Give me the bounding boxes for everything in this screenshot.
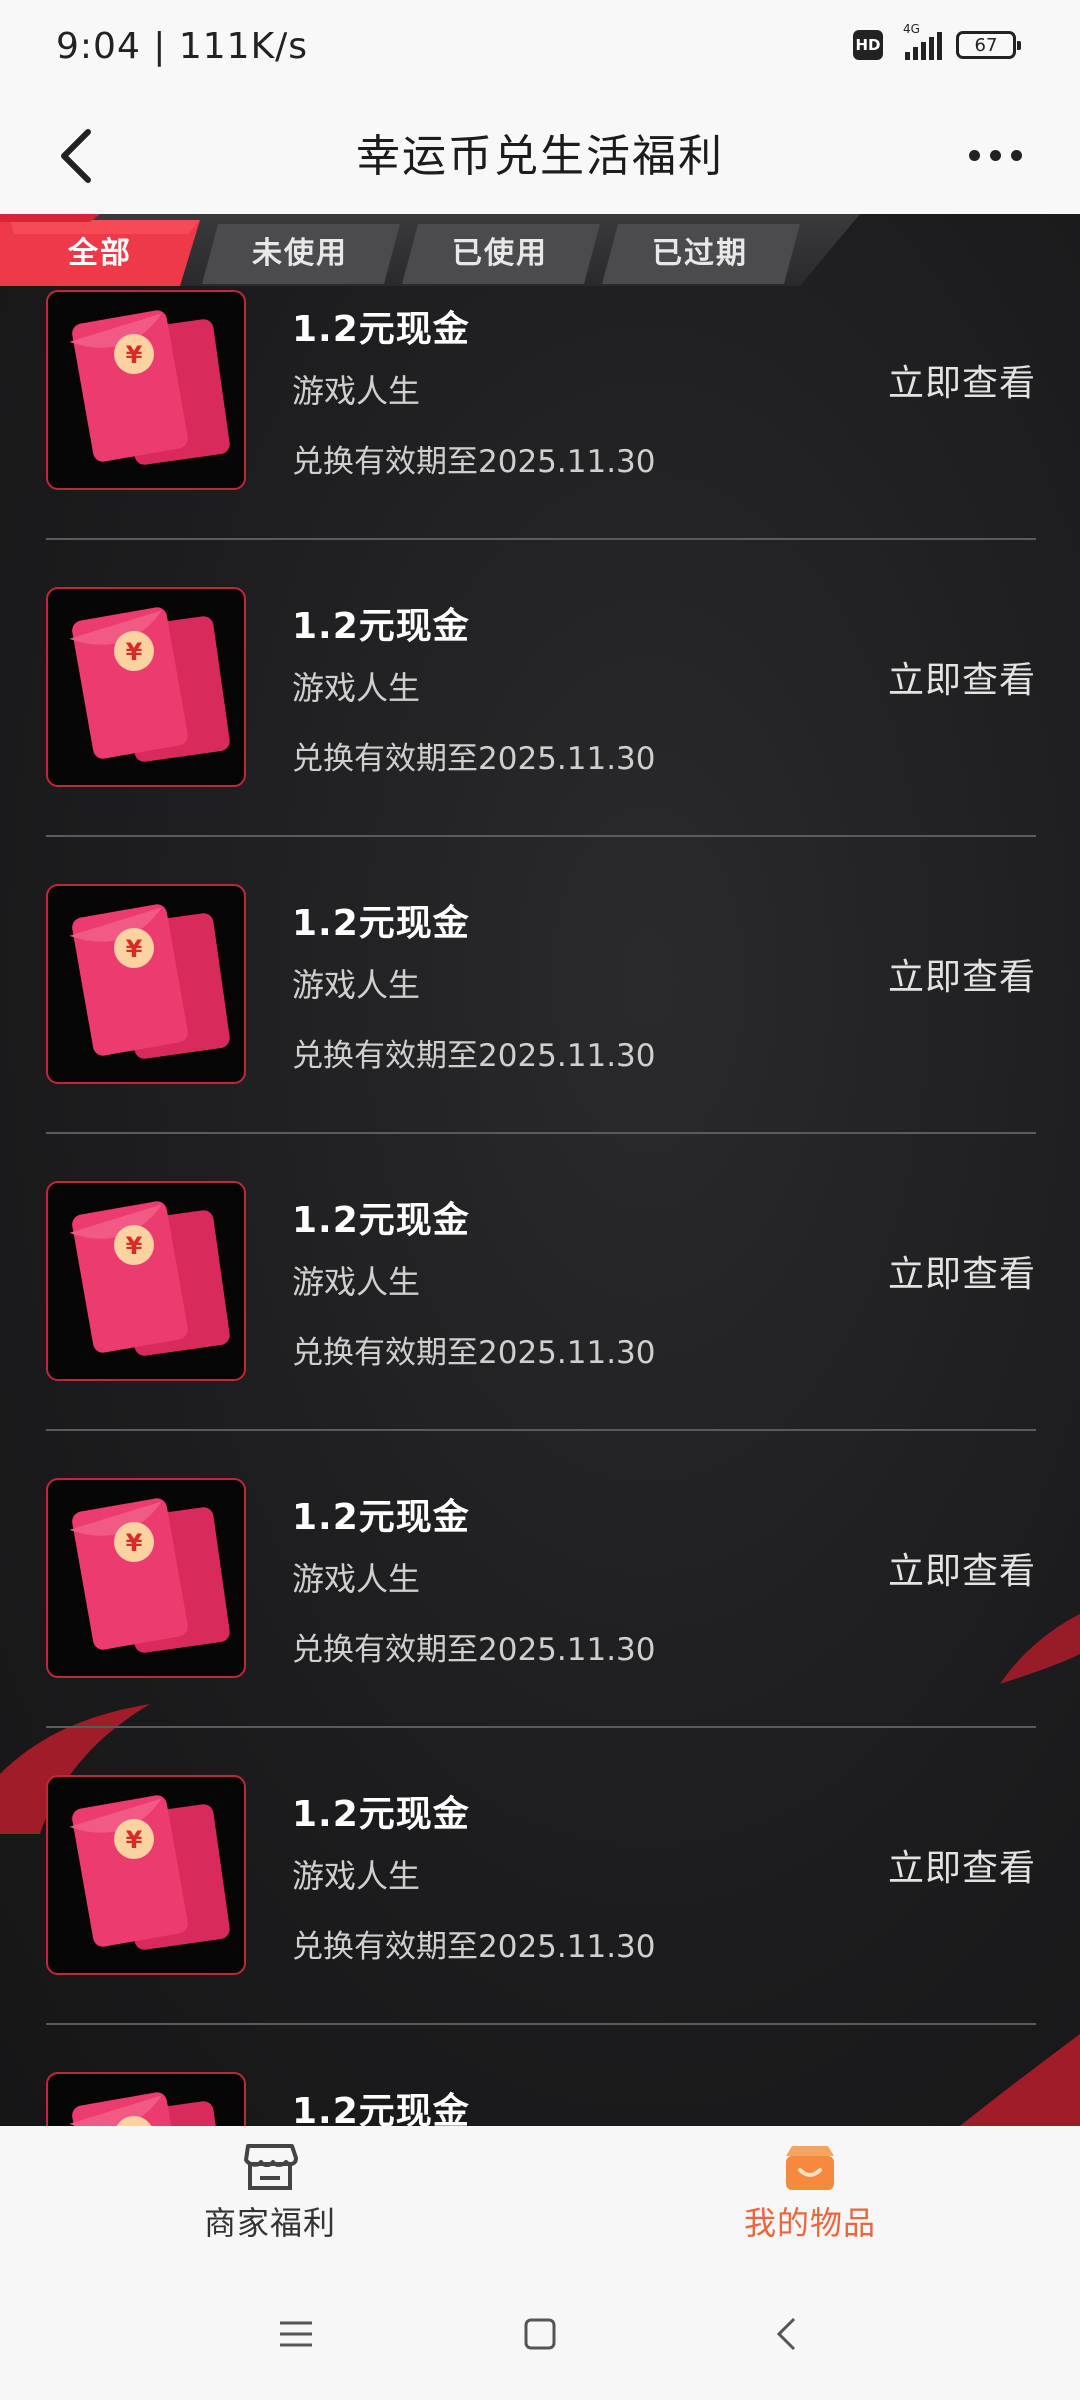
page-title: 幸运币兑生活福利 (356, 131, 724, 182)
item-validity: 兑换有效期至2025.11.30 (292, 1929, 656, 1965)
view-now-button[interactable]: 立即查看 (888, 1542, 1036, 1594)
tab-all[interactable]: 全部 (20, 214, 180, 286)
svg-text:¥: ¥ (126, 935, 143, 963)
item-subtitle: 游戏人生 (292, 1857, 421, 1895)
red-packet-icon: ¥ (69, 904, 230, 1059)
view-now-button[interactable]: 立即查看 (888, 1839, 1036, 1891)
item-validity: 兑换有效期至2025.11.30 (292, 1038, 656, 1074)
page-header: 幸运币兑生活福利 (0, 96, 1080, 214)
nav-label: 商家福利 (203, 2204, 336, 2242)
item-subtitle: 游戏人生 (292, 372, 421, 410)
item-validity: 兑换有效期至2025.11.30 (292, 741, 656, 777)
red-packet-icon: ¥ (69, 1498, 230, 1653)
menu-icon[interactable] (266, 2304, 326, 2364)
tab-expired[interactable]: 已过期 (610, 214, 790, 286)
signal-icon: 4G (897, 22, 942, 60)
view-now-button[interactable]: 立即查看 (888, 354, 1036, 406)
coupon-thumbnail: ¥ (46, 884, 246, 1084)
nav-merchant-benefits[interactable]: 商家福利 (120, 2140, 420, 2260)
coupon-thumbnail: ¥ (46, 587, 246, 787)
list-item[interactable]: ¥ 1.2元现金 游戏人生 兑换有效期至2025.11.30 立即查看 (46, 1181, 1036, 1477)
item-validity: 兑换有效期至2025.11.30 (292, 1632, 656, 1668)
red-packet-icon: ¥ (69, 1201, 230, 1356)
item-title: 1.2元现金 (292, 309, 470, 350)
system-navigation-bar (0, 2268, 1080, 2400)
item-subtitle: 游戏人生 (292, 966, 421, 1004)
nav-label: 我的物品 (743, 2204, 876, 2242)
list-item[interactable]: ¥ 1.2元现金 游戏人生 兑换有效期至2025.11.30 立即查看 (46, 1478, 1036, 1774)
tab-unused[interactable]: 未使用 (210, 214, 390, 286)
hd-icon: HD (853, 30, 883, 60)
bottom-navigation: 商家福利 我的物品 (0, 2126, 1080, 2268)
red-packet-icon: ¥ (69, 2092, 230, 2126)
coupon-thumbnail: ¥ (46, 1775, 246, 1975)
red-packet-icon: ¥ (69, 607, 230, 762)
list-item[interactable]: ¥ 1.2元现金 游戏人生 兑换有效期至2025.11.30 立即查看 (46, 587, 1036, 883)
divider (46, 1132, 1036, 1134)
item-title: 1.2元现金 (292, 903, 470, 944)
view-now-button[interactable]: 立即查看 (888, 651, 1036, 703)
coupon-thumbnail: ¥ (46, 290, 246, 490)
svg-text:¥: ¥ (126, 1529, 143, 1557)
item-subtitle: 游戏人生 (292, 1560, 421, 1598)
network-type: 4G (903, 22, 920, 36)
system-back-icon[interactable] (756, 2304, 816, 2364)
svg-text:¥: ¥ (126, 341, 143, 369)
battery-level: 67 (974, 34, 998, 56)
coupon-thumbnail: ¥ (46, 1478, 246, 1678)
view-now-button[interactable]: 立即查看 (888, 948, 1036, 1000)
item-title: 1.2元现金 (292, 606, 470, 647)
item-title: 1.2元现金 (292, 1794, 470, 1835)
svg-text:¥: ¥ (126, 638, 143, 666)
shop-icon (244, 2144, 298, 2190)
item-title: 1.2元现金 (292, 1200, 470, 1241)
filter-tabs: 全部 未使用 已使用 已过期 (0, 214, 860, 286)
more-options-icon[interactable] (950, 120, 1040, 190)
item-validity: 兑换有效期至2025.11.30 (292, 1335, 656, 1371)
item-validity: 兑换有效期至2025.11.30 (292, 444, 656, 480)
coupon-thumbnail: ¥ (46, 2072, 246, 2126)
red-packet-icon: ¥ (69, 310, 230, 465)
battery-icon: 67 (956, 31, 1021, 59)
nav-my-items[interactable]: 我的物品 (660, 2140, 960, 2260)
divider (46, 1429, 1036, 1431)
item-subtitle: 游戏人生 (292, 1263, 421, 1301)
home-icon[interactable] (510, 2304, 570, 2364)
list-item[interactable]: ¥ 1.2元现金 (46, 2072, 1036, 2126)
item-subtitle: 游戏人生 (292, 669, 421, 707)
content-area[interactable]: ¥ 1.2元现金 游戏人生 兑换有效期至2025.11.30 立即查看 ¥ 1.… (0, 214, 1080, 2126)
list-item[interactable]: ¥ 1.2元现金 游戏人生 兑换有效期至2025.11.30 立即查看 (46, 884, 1036, 1180)
list-item[interactable]: ¥ 1.2元现金 游戏人生 兑换有效期至2025.11.30 立即查看 (46, 1775, 1036, 2071)
status-icons: HD 4G 67 (853, 22, 1021, 60)
divider (46, 835, 1036, 837)
coupon-thumbnail: ¥ (46, 1181, 246, 1381)
divider (46, 2023, 1036, 2025)
list-item[interactable]: ¥ 1.2元现金 游戏人生 兑换有效期至2025.11.30 立即查看 (46, 290, 1036, 586)
status-time: 9:04 | 111K/s (56, 26, 309, 67)
svg-text:¥: ¥ (126, 1826, 143, 1854)
item-title: 1.2元现金 (292, 1497, 470, 1538)
view-now-button[interactable]: 立即查看 (888, 1245, 1036, 1297)
gift-box-icon (786, 2146, 834, 2190)
status-bar: 9:04 | 111K/s HD 4G 67 (0, 0, 1080, 96)
svg-text:¥: ¥ (126, 1232, 143, 1260)
divider (46, 1726, 1036, 1728)
red-packet-icon: ¥ (69, 1795, 230, 1950)
divider (46, 538, 1036, 540)
item-title: 1.2元现金 (292, 2091, 470, 2126)
tab-used[interactable]: 已使用 (410, 214, 590, 286)
